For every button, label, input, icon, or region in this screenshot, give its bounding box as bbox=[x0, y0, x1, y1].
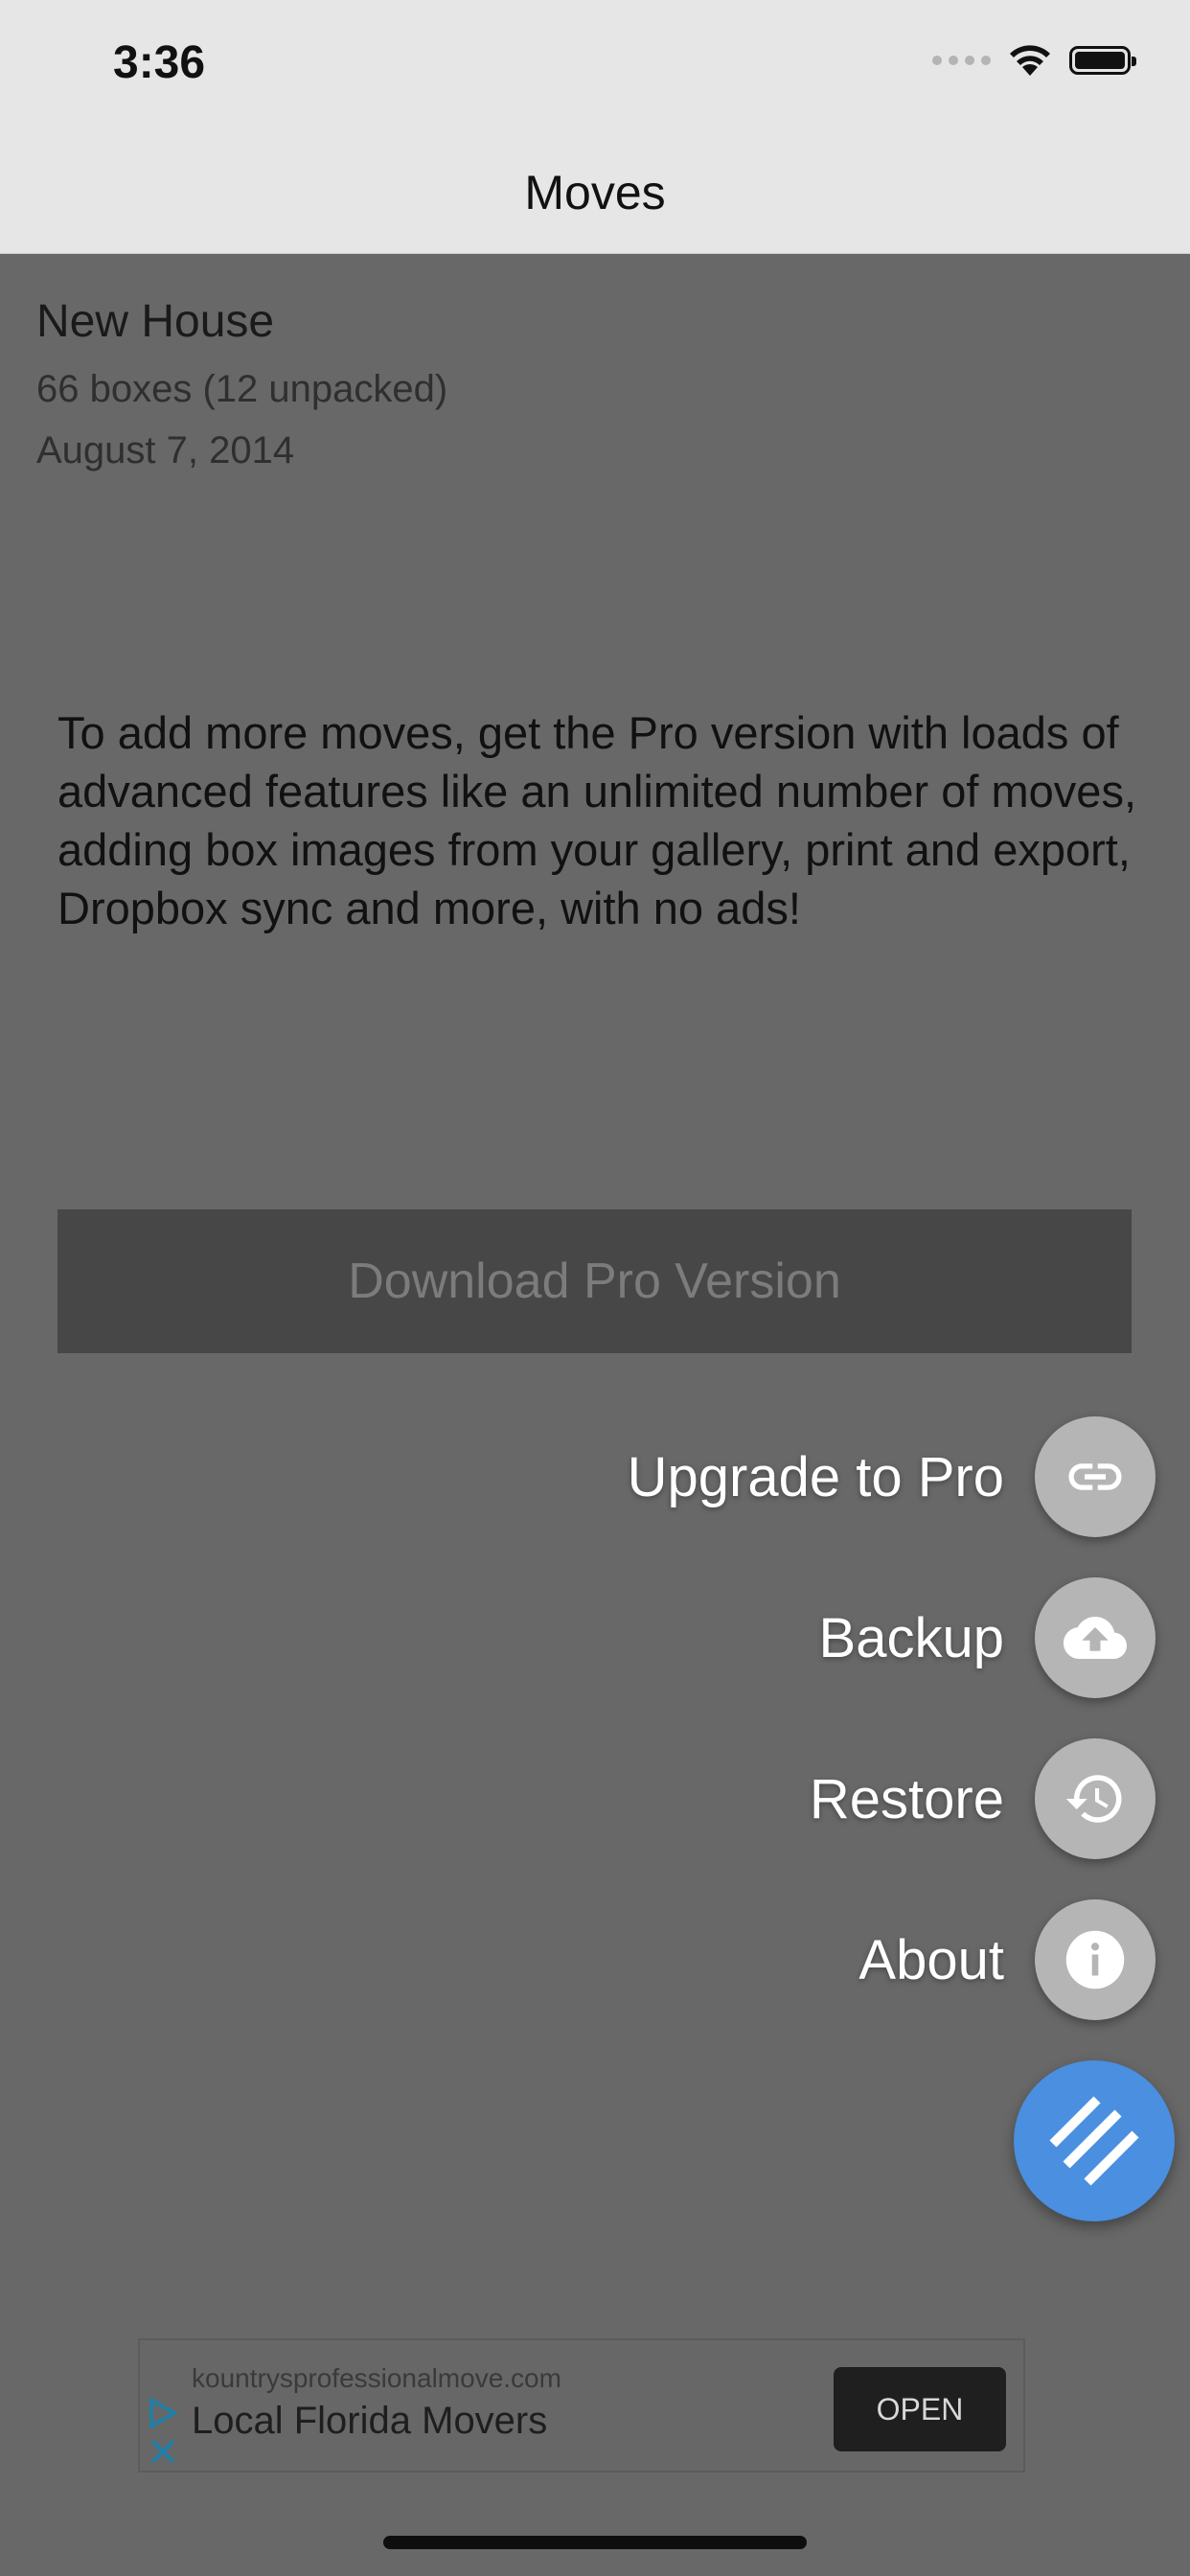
stripes-icon bbox=[1049, 2096, 1139, 2186]
pro-promo-text: To add more moves, get the Pro version w… bbox=[57, 707, 1137, 933]
link-icon[interactable] bbox=[1035, 1416, 1156, 1537]
fab-menu-restore[interactable]: Restore bbox=[810, 1738, 1156, 1859]
ad-title: Local Florida Movers bbox=[192, 2400, 548, 2442]
fab-menu-label: Backup bbox=[818, 1606, 1004, 1669]
fab-menu-label: About bbox=[858, 1928, 1004, 1991]
main-fab-button[interactable] bbox=[1014, 2060, 1175, 2221]
status-icons bbox=[932, 44, 1136, 77]
close-icon[interactable] bbox=[148, 2436, 178, 2467]
move-name: New House bbox=[36, 296, 275, 347]
cloud-upload-icon[interactable] bbox=[1035, 1577, 1156, 1698]
fab-menu-backup[interactable]: Backup bbox=[819, 1577, 1156, 1698]
ad-choices-icon[interactable] bbox=[146, 2396, 180, 2430]
history-icon[interactable] bbox=[1035, 1738, 1156, 1859]
battery-icon bbox=[1069, 46, 1136, 75]
info-icon[interactable] bbox=[1035, 1899, 1156, 2020]
fab-menu-label: Upgrade to Pro bbox=[627, 1445, 1004, 1508]
navigation-bar: Moves bbox=[0, 134, 1190, 254]
move-date: August 7, 2014 bbox=[36, 429, 295, 472]
fab-menu-upgrade-to-pro[interactable]: Upgrade to Pro bbox=[628, 1416, 1156, 1537]
status-time: 3:36 bbox=[113, 37, 206, 88]
move-box-count: 66 boxes (12 unpacked) bbox=[36, 368, 448, 410]
fab-menu-about[interactable]: About bbox=[858, 1899, 1156, 2020]
ad-banner[interactable]: kountrysprofessionalmove.com Local Flori… bbox=[138, 2338, 1025, 2472]
status-bar: 3:36 bbox=[0, 0, 1190, 134]
move-list-item[interactable]: New House 66 boxes (12 unpacked) August … bbox=[36, 293, 447, 477]
ad-open-button[interactable]: OPEN bbox=[834, 2367, 1006, 2451]
page-title: Moves bbox=[524, 166, 666, 219]
wifi-icon bbox=[1010, 45, 1050, 76]
cellular-signal-icon bbox=[932, 56, 991, 65]
download-pro-button[interactable]: Download Pro Version bbox=[57, 1209, 1132, 1353]
home-indicator[interactable] bbox=[383, 2536, 807, 2549]
ad-domain: kountrysprofessionalmove.com bbox=[192, 2363, 561, 2393]
fab-menu-label: Restore bbox=[809, 1767, 1004, 1830]
